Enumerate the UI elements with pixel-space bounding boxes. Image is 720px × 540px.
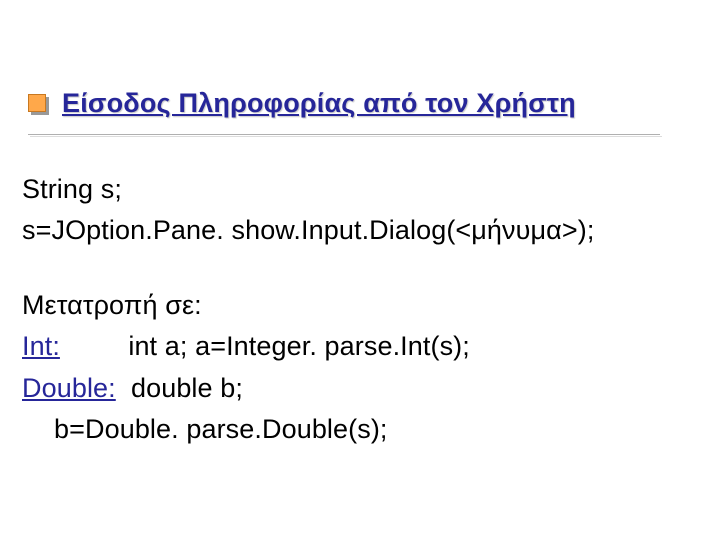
double-code1: double b; bbox=[131, 373, 243, 403]
slide-container: Είσοδος Πληροφορίας από τον Χρήστη Strin… bbox=[0, 0, 720, 540]
code-line-1: String s; bbox=[22, 170, 692, 209]
int-label: Int: bbox=[22, 331, 60, 361]
double-label: Double: bbox=[22, 373, 116, 403]
int-spaces bbox=[60, 331, 128, 361]
int-line: Int: int a; a=Integer. parse.Int(s); bbox=[22, 327, 692, 366]
title-underline-shadow bbox=[30, 136, 662, 137]
double-space bbox=[116, 373, 131, 403]
title-row: Είσοδος Πληροφορίας από τον Χρήστη bbox=[28, 88, 692, 119]
code-line-2: s=JOption.Pane. show.Input.Dialog(<μήνυμ… bbox=[22, 211, 692, 250]
slide-title: Είσοδος Πληροφορίας από τον Χρήστη bbox=[62, 88, 576, 119]
title-bullet-icon bbox=[28, 94, 48, 114]
convert-heading: Μετατροπή σε: bbox=[22, 286, 692, 325]
slide-content: String s; s=JOption.Pane. show.Input.Dia… bbox=[22, 170, 692, 451]
double-line: Double: double b; bbox=[22, 369, 692, 408]
title-underline bbox=[28, 134, 660, 135]
int-code: int a; a=Integer. parse.Int(s); bbox=[128, 331, 470, 361]
double-line-2: b=Double. parse.Double(s); bbox=[22, 410, 692, 449]
